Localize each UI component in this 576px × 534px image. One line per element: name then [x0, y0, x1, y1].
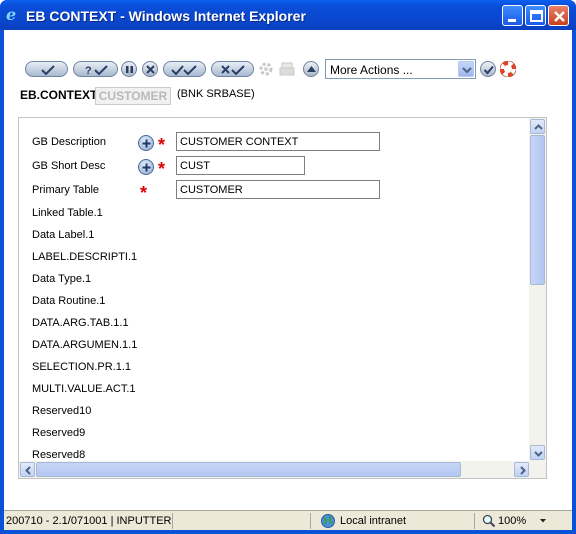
field-label: Data Type.1 [32, 273, 92, 285]
zoom-dropdown-icon[interactable] [539, 517, 547, 525]
expand-plus-icon[interactable] [138, 135, 154, 151]
company-label: (BNK SRBASE) [177, 88, 255, 100]
delete-button[interactable] [142, 61, 158, 77]
field-label: Reserved10 [32, 405, 92, 417]
authorise-button[interactable] [163, 61, 206, 77]
minimize-button[interactable] [502, 5, 523, 26]
delete-icon [146, 65, 155, 74]
maximize-icon [530, 10, 543, 22]
browser-window: e EB CONTEXT - Windows Internet Explorer… [0, 0, 576, 534]
status-text: 200710 - 2.1/071001 | INPUTTER [6, 515, 172, 527]
double-tick-icon [171, 65, 197, 76]
pause-icon [126, 66, 133, 73]
help-lifebuoy-icon[interactable] [500, 61, 516, 77]
scroll-thumb[interactable] [530, 135, 545, 285]
svg-text:?: ? [85, 65, 92, 77]
tick-icon [483, 65, 494, 75]
scrollbar-corner [529, 461, 546, 478]
chevron-left-icon [25, 466, 31, 475]
hold-button[interactable] [121, 61, 137, 77]
form-panel: GB Description * CUSTOMER CONTEXT GB Sho… [18, 117, 547, 479]
status-separator [474, 513, 475, 529]
print-icon[interactable] [279, 61, 295, 77]
scroll-left-button[interactable] [20, 462, 35, 477]
close-icon [554, 11, 565, 22]
field-label: Linked Table.1 [32, 207, 103, 219]
field-label: Data Label.1 [32, 229, 95, 241]
record-id-field[interactable]: CUSTOMER [95, 87, 171, 105]
scroll-down-button[interactable] [530, 445, 545, 460]
question-tick-icon: ? [85, 65, 108, 77]
chevron-down-icon [534, 451, 543, 457]
minimize-icon [508, 19, 516, 22]
tick-icon [41, 65, 55, 76]
gear-icon[interactable] [258, 61, 274, 77]
status-separator [172, 513, 173, 529]
field-label: Primary Table [32, 184, 100, 196]
required-marker: * [158, 135, 166, 155]
expand-plus-icon[interactable] [138, 159, 154, 175]
field-label: Data Routine.1 [32, 295, 106, 307]
field-label: MULTI.VALUE.ACT.1 [32, 383, 136, 395]
security-zone: Local intranet [340, 515, 407, 527]
chevron-down-icon[interactable] [458, 61, 474, 77]
page-content: ? More Actions ... EB.CONTEXT CUSTOMER (… [4, 30, 572, 530]
more-actions-value: More Actions ... [330, 63, 413, 77]
cross-tick-icon [221, 65, 245, 76]
primary-table-input[interactable]: CUSTOMER [176, 180, 380, 199]
commit-button[interactable] [25, 61, 68, 77]
chevron-right-icon [520, 466, 526, 475]
scroll-up-button[interactable] [530, 119, 545, 134]
ie-logo-icon: e [6, 5, 17, 24]
validate-button[interactable]: ? [73, 61, 118, 77]
vertical-scrollbar[interactable] [529, 118, 546, 462]
zoom-icon[interactable] [482, 514, 496, 528]
zoom-level[interactable]: 100% [498, 515, 526, 527]
field-label: LABEL.DESCRIPTI.1 [32, 251, 138, 263]
up-button[interactable] [303, 61, 319, 77]
field-label: SELECTION.PR.1.1 [32, 361, 132, 373]
application-name: EB.CONTEXT [20, 88, 98, 102]
field-label: DATA.ARG.TAB.1.1 [32, 317, 129, 329]
reverse-button[interactable] [211, 61, 254, 77]
title-bar[interactable]: e EB CONTEXT - Windows Internet Explorer [0, 0, 576, 30]
gb-description-input[interactable]: CUSTOMER CONTEXT [176, 132, 380, 151]
horizontal-scrollbar[interactable] [19, 461, 531, 478]
required-marker: * [140, 183, 148, 203]
maximize-button[interactable] [525, 5, 546, 26]
gb-short-desc-input[interactable]: CUST [176, 156, 305, 175]
required-marker: * [158, 159, 166, 179]
more-actions-select[interactable]: More Actions ... [325, 59, 476, 79]
field-label: Reserved9 [32, 427, 86, 439]
scroll-right-button[interactable] [514, 462, 529, 477]
window-title: EB CONTEXT - Windows Internet Explorer [26, 8, 306, 24]
globe-icon [321, 514, 335, 528]
field-label: GB Description [32, 136, 106, 148]
status-separator [310, 513, 311, 529]
go-button[interactable] [480, 61, 496, 77]
field-label: DATA.ARGUMEN.1.1 [32, 339, 138, 351]
content-area: ? More Actions ... EB.CONTEXT CUSTOMER (… [4, 30, 572, 510]
status-bar: 200710 - 2.1/071001 | INPUTTER Local int… [4, 510, 572, 530]
horizontal-scroll-thumb[interactable] [36, 462, 461, 477]
field-label: GB Short Desc [32, 160, 106, 172]
chevron-up-icon [534, 124, 543, 130]
field-label: Reserved8 [32, 449, 86, 461]
triangle-up-icon [307, 66, 316, 72]
close-button[interactable] [548, 5, 569, 26]
